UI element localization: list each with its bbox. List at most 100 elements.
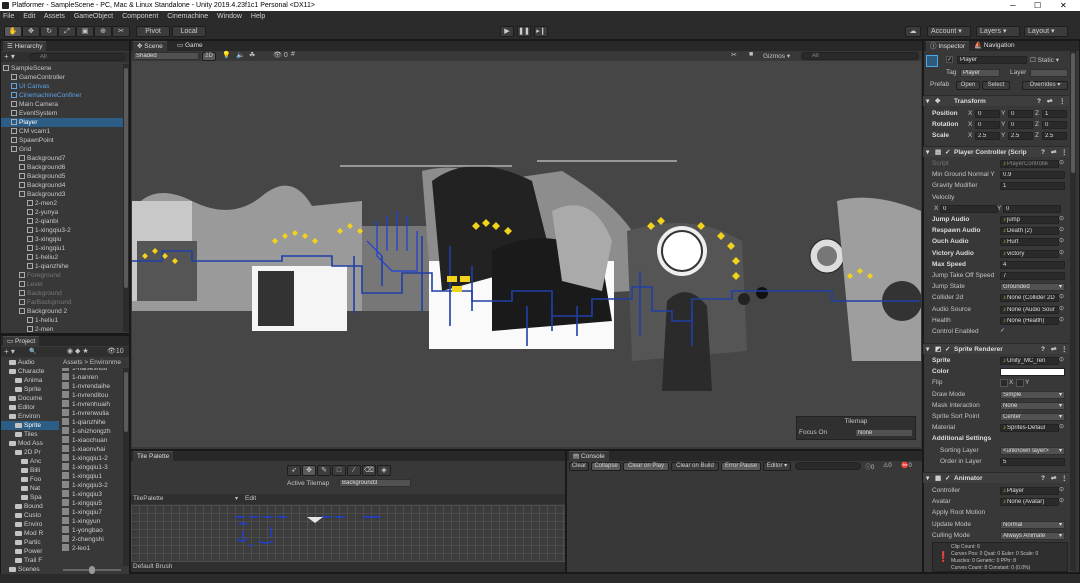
- console-search-input[interactable]: [795, 462, 861, 470]
- component-help-icon[interactable]: ?: [1041, 147, 1045, 158]
- transform-rotation-x-field[interactable]: 0: [975, 121, 1000, 129]
- project-file[interactable]: 1-xiaonvhai: [62, 445, 122, 454]
- filter-icon[interactable]: ◉ ◆ ★: [67, 347, 89, 357]
- project-folder[interactable]: Anc: [1, 457, 59, 466]
- project-file[interactable]: 1-nvrendaihe: [62, 382, 122, 391]
- pause-button[interactable]: ❚❚: [517, 26, 531, 37]
- hierarchy-item[interactable]: Background: [1, 289, 123, 298]
- hierarchy-item[interactable]: GameController: [1, 73, 123, 82]
- hierarchy-item[interactable]: Background5: [1, 172, 123, 181]
- menu-help[interactable]: Help: [251, 13, 265, 20]
- object-picker-icon[interactable]: ⊙: [1059, 497, 1064, 504]
- project-folder[interactable]: Custo: [1, 511, 59, 520]
- step-button[interactable]: ▸❙: [534, 26, 548, 37]
- number-field[interactable]: 0.9: [1000, 171, 1065, 180]
- tab-inspector[interactable]: ⓘ Inspector: [926, 41, 970, 51]
- cloud-icon[interactable]: ☁: [905, 26, 921, 37]
- velocity-x-field[interactable]: 0: [940, 204, 998, 213]
- fill-tool-icon[interactable]: ◈: [377, 465, 391, 476]
- object-picker-icon[interactable]: ⊙: [1059, 486, 1064, 493]
- object-picker-icon[interactable]: ⊙: [1059, 237, 1064, 244]
- menu-window[interactable]: Window: [217, 13, 242, 20]
- focus-on-dropdown[interactable]: None: [855, 429, 913, 437]
- hierarchy-scrollbar[interactable]: [123, 64, 129, 332]
- project-folder[interactable]: Power: [1, 547, 59, 556]
- number-field[interactable]: 7: [1000, 272, 1065, 280]
- scene-search-input[interactable]: All: [801, 52, 919, 60]
- project-file[interactable]: 1-nanren: [62, 373, 122, 382]
- transform-position-z-field[interactable]: 1: [1042, 110, 1067, 118]
- component-settings-icon[interactable]: ⇌: [1051, 147, 1056, 158]
- hierarchy-item[interactable]: CM vcam1: [1, 127, 123, 136]
- tab-console[interactable]: ▤ Console: [569, 451, 609, 461]
- active-tilemap-dropdown[interactable]: Background3: [339, 479, 411, 487]
- hierarchy-item[interactable]: SampleScene: [1, 64, 123, 73]
- transform-rotation-z-field[interactable]: 0: [1042, 121, 1067, 129]
- project-folder[interactable]: Nat: [1, 484, 59, 493]
- tag-dropdown[interactable]: Player: [960, 69, 1000, 77]
- hierarchy-item[interactable]: 1-heliu1: [1, 316, 123, 325]
- player-controller-header[interactable]: ▾ ▤ ✓ Player Controller (Scrip ? ⇌ ⋮: [923, 146, 1069, 157]
- color-swatch[interactable]: [1000, 368, 1065, 377]
- minimize-icon[interactable]: ─: [1010, 0, 1016, 11]
- palette-edit-button[interactable]: Edit: [245, 494, 256, 504]
- menu-edit[interactable]: Edit: [23, 13, 35, 20]
- tab-project[interactable]: ▭ Project: [3, 336, 40, 346]
- object-field[interactable]: ♪None (Avatar): [1000, 498, 1059, 507]
- project-create-icon[interactable]: + ▾: [4, 347, 15, 357]
- project-file[interactable]: 1-xingqiu1-2: [62, 454, 122, 463]
- move-tile-tool-icon[interactable]: ✥: [302, 465, 316, 476]
- layout-dropdown[interactable]: Layout ▾: [1024, 26, 1068, 37]
- project-file[interactable]: 1-nvrenditou: [62, 391, 122, 400]
- dropdown-field[interactable]: Normal ▾: [1000, 520, 1065, 529]
- camera-icon[interactable]: ■: [749, 51, 753, 58]
- project-zoom-slider[interactable]: [63, 566, 123, 574]
- brush-dropdown[interactable]: Default Brush: [133, 562, 172, 572]
- hierarchy-item[interactable]: Foreground: [1, 271, 123, 280]
- prefab-open-button[interactable]: Open: [956, 81, 980, 90]
- hierarchy-item[interactable]: Grid: [1, 145, 123, 154]
- scale-tool-icon[interactable]: ⤢: [58, 26, 76, 37]
- object-field[interactable]: ♪PlayerControlle: [1000, 160, 1059, 168]
- dropdown-field[interactable]: Simple ▾: [1000, 390, 1065, 399]
- static-toggle[interactable]: ☐ Static ▾: [1030, 56, 1059, 64]
- scene-viewport[interactable]: Tilemap Focus On None: [132, 61, 921, 447]
- console-clear-on-play-button[interactable]: Clear on Play: [623, 462, 669, 471]
- hierarchy-item[interactable]: Background3: [1, 190, 123, 199]
- hierarchy-item[interactable]: Background7: [1, 154, 123, 163]
- picker-tool-icon[interactable]: ⁄: [347, 465, 361, 476]
- project-folder[interactable]: Billi: [1, 466, 59, 475]
- component-menu-icon[interactable]: ⋮: [1061, 344, 1068, 355]
- object-picker-icon[interactable]: ⊙: [1059, 293, 1064, 300]
- object-field[interactable]: ♪victory: [1000, 249, 1059, 258]
- component-enabled-checkbox[interactable]: ✓: [945, 147, 950, 158]
- project-breadcrumb[interactable]: Assets > Environme: [63, 359, 129, 368]
- project-folder[interactable]: Anima: [1, 376, 59, 385]
- project-file[interactable]: 1-shizhongzh: [62, 427, 122, 436]
- gizmos-dropdown[interactable]: Gizmos ▾: [763, 52, 790, 60]
- project-folder[interactable]: Editor: [1, 403, 59, 412]
- hierarchy-item[interactable]: 1-heliu2: [1, 253, 123, 262]
- brush-tool-icon[interactable]: ✎: [317, 465, 331, 476]
- project-folder[interactable]: Mod R: [1, 529, 59, 538]
- eraser-tool-icon[interactable]: ⌫: [362, 465, 376, 476]
- component-menu-icon[interactable]: ⋮: [1061, 147, 1068, 158]
- hierarchy-item[interactable]: Background6: [1, 163, 123, 172]
- shading-dropdown[interactable]: Shaded: [133, 52, 199, 60]
- mode-2d-toggle[interactable]: 2D: [202, 52, 216, 61]
- number-field[interactable]: 5: [1000, 457, 1065, 466]
- palette-grid[interactable]: [131, 505, 565, 562]
- inspector-scrollbar[interactable]: [1070, 51, 1076, 571]
- object-picker-icon[interactable]: ⊙: [1059, 316, 1064, 323]
- component-enabled-checkbox[interactable]: ✓: [945, 473, 950, 484]
- hand-tool-icon[interactable]: ✋: [4, 26, 22, 37]
- menu-component[interactable]: Component: [122, 13, 158, 20]
- component-enabled-checkbox[interactable]: ✓: [945, 344, 950, 355]
- effects-icon[interactable]: ☘: [249, 51, 255, 59]
- object-picker-icon[interactable]: ⊙: [1059, 249, 1064, 256]
- play-button[interactable]: ▶: [500, 26, 514, 37]
- component-settings-icon[interactable]: ⇌: [1051, 473, 1056, 484]
- object-field[interactable]: ♪Sprites-Defaul: [1000, 424, 1059, 433]
- hierarchy-item[interactable]: 2-men: [1, 325, 123, 334]
- object-picker-icon[interactable]: ⊙: [1059, 226, 1064, 233]
